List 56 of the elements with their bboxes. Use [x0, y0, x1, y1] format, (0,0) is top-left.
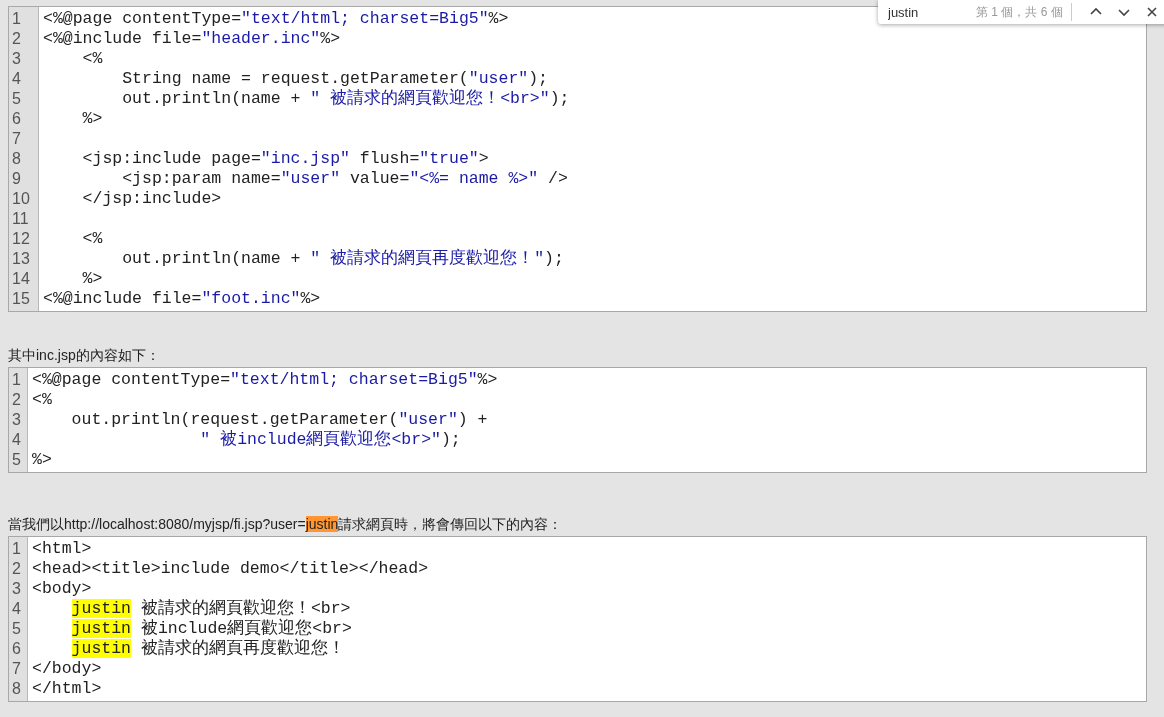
code-line: justin 被include網頁歡迎您<br>	[71, 619, 352, 638]
line-number: 6	[11, 639, 21, 659]
code-line: </body>	[32, 659, 102, 679]
code-line: <%	[81, 49, 103, 69]
code-line: <%@include file="header.inc"%>	[43, 29, 341, 49]
code-line: out.println(request.getParameter("user") +	[70, 410, 488, 429]
code-line: <%@page contentType="text/html; charset=Big5"%>	[32, 370, 498, 390]
line-number: 1	[11, 539, 21, 559]
line-number: 5	[11, 450, 21, 470]
code-line: <head><title>include demo</title></head>	[32, 559, 429, 579]
code-line: </jsp:include>	[81, 189, 222, 209]
code-line: justin 被請求的網頁歡迎您！<br>	[71, 599, 351, 618]
line-number: 2	[11, 29, 21, 49]
line-number: 1	[11, 370, 21, 390]
line-number: 4	[11, 599, 21, 619]
code-line: justin 被請求的網頁再度歡迎您！	[71, 639, 345, 659]
code-line: %>	[81, 269, 103, 289]
code-line: String name = request.getParameter("user");	[121, 69, 548, 88]
line-number: 3	[11, 579, 21, 599]
code-line: </html>	[32, 679, 102, 699]
line-number: 2	[11, 390, 21, 410]
code-line: <%	[32, 390, 52, 410]
line-number: 10	[11, 189, 30, 209]
code-line: " 被include網頁歡迎您<br>");	[199, 430, 461, 450]
code-line: %>	[81, 109, 103, 129]
line-number: 6	[11, 109, 21, 129]
code-line: <%@page contentType="text/html; charset=Big5"%>	[43, 9, 509, 29]
line-number: 5	[11, 619, 21, 639]
code-line: <%@include file="foot.inc"%>	[43, 289, 321, 309]
code-line: out.println(name + " 被請求的網頁再度歡迎您！");	[121, 249, 564, 269]
line-number: 4	[11, 69, 21, 89]
line-number: 12	[11, 229, 30, 249]
line-number: 7	[11, 659, 21, 679]
line-number: 11	[11, 209, 29, 229]
code-line: <jsp:param name="user" value="<%= name %>" />	[121, 169, 568, 189]
line-number: 9	[11, 169, 21, 189]
line-number: 1	[11, 9, 21, 29]
code-line: %>	[32, 450, 52, 470]
code-line: out.println(name + " 被請求的網頁歡迎您！<br>");	[121, 89, 570, 109]
line-number: 3	[11, 49, 21, 69]
code-line: <%	[81, 229, 103, 249]
line-number: 13	[11, 249, 30, 269]
code-line: <body>	[32, 579, 92, 599]
line-number: 3	[11, 410, 21, 430]
caption-text: 其中inc.jsp的內容如下：	[8, 347, 160, 364]
line-number: 8	[11, 679, 21, 699]
line-number: 4	[11, 430, 21, 450]
line-number: 8	[11, 149, 21, 169]
line-number: 7	[11, 129, 21, 149]
line-number: 5	[11, 89, 21, 109]
code-line: <jsp:include page="inc.jsp" flush="true">	[81, 149, 489, 169]
line-number: 15	[11, 289, 30, 309]
line-number: 2	[11, 559, 21, 579]
match-count: 第 1 個，共 6 個	[976, 4, 1063, 20]
line-number: 14	[11, 269, 30, 289]
code-line: <html>	[32, 539, 92, 559]
